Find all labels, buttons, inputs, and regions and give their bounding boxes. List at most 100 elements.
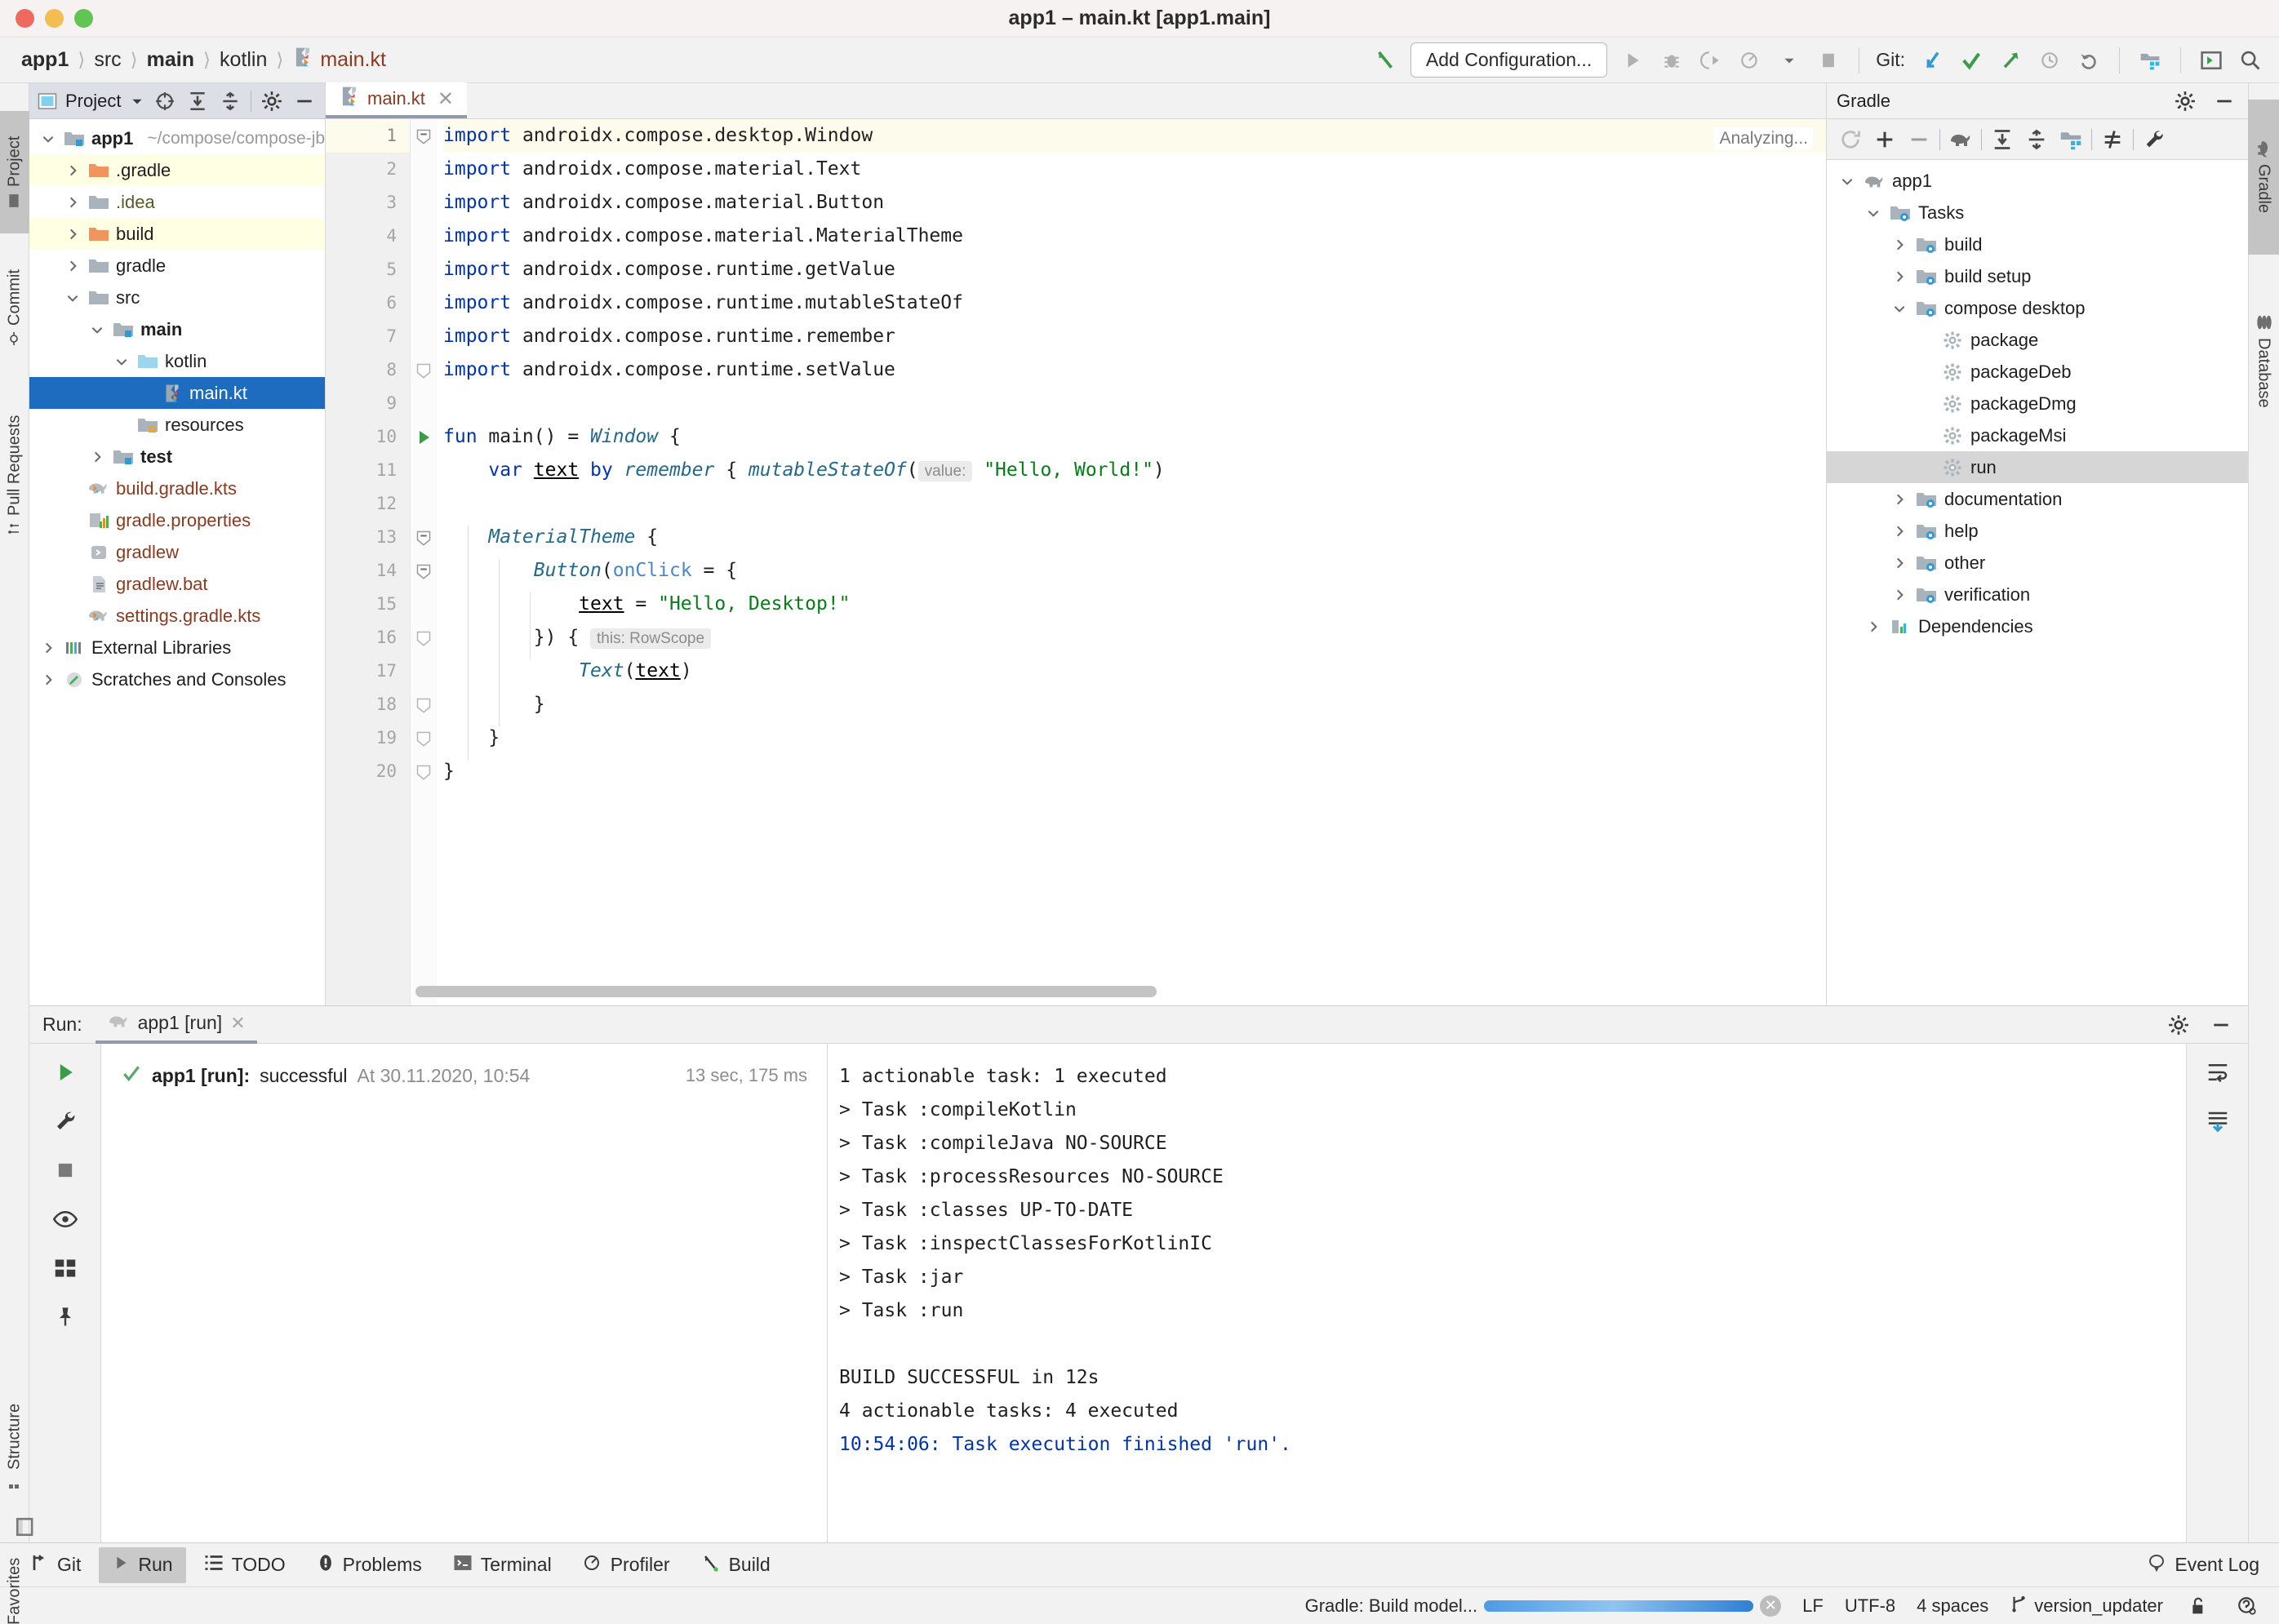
code-line[interactable]: text = "Hello, Desktop!" <box>443 588 1826 621</box>
cancel-task-icon[interactable]: ✕ <box>1760 1595 1782 1617</box>
chevron-right-icon[interactable] <box>64 227 82 242</box>
expand-all-icon[interactable] <box>1988 126 2016 153</box>
chevron-down-icon[interactable] <box>1775 47 1803 74</box>
bottom-tab-terminal[interactable]: Terminal <box>440 1546 565 1584</box>
git-commit-icon[interactable] <box>1957 47 1985 74</box>
collapse-all-icon[interactable] <box>2023 126 2050 153</box>
chevron-right-icon[interactable] <box>1890 237 1908 252</box>
run-result-row[interactable]: app1 [run]: successful At 30.11.2020, 10… <box>101 1058 827 1093</box>
chevron-down-icon[interactable] <box>88 322 106 337</box>
chevron-right-icon[interactable] <box>1890 492 1908 507</box>
gradle-tree-row[interactable]: help <box>1827 515 2248 547</box>
project-tree-row[interactable]: .gradle <box>29 154 325 186</box>
code-line[interactable]: } <box>443 688 1826 721</box>
project-tree-row[interactable]: settings.gradle.kts <box>29 600 325 632</box>
bottom-tab-todo[interactable]: TODO <box>191 1546 299 1584</box>
project-tree-row[interactable]: gradle.properties <box>29 504 325 536</box>
code-line[interactable]: import androidx.compose.runtime.mutableS… <box>443 286 1826 320</box>
code-line[interactable]: import androidx.compose.desktop.Window <box>443 119 1826 153</box>
bottom-tab-problems[interactable]: Problems <box>304 1547 435 1583</box>
chevron-down-icon[interactable] <box>113 354 131 369</box>
project-tree-row[interactable]: gradlew.bat <box>29 568 325 600</box>
editor-horizontal-scrollbar[interactable] <box>415 986 1815 997</box>
gradle-tree-row[interactable]: packageDeb <box>1827 356 2248 388</box>
chevron-down-icon[interactable] <box>1838 174 1856 189</box>
code-line[interactable]: MaterialTheme { <box>443 521 1826 554</box>
run-console-output[interactable]: 1 actionable task: 1 executed > Task :com… <box>828 1044 2186 1542</box>
bottom-tab-profiler[interactable]: Profiler <box>570 1546 683 1584</box>
fold-end-icon[interactable] <box>415 630 432 646</box>
close-window-button[interactable] <box>16 9 34 28</box>
project-tree-row[interactable]: resources <box>29 409 325 441</box>
chevron-right-icon[interactable] <box>64 259 82 273</box>
git-push-icon[interactable] <box>1997 47 2024 74</box>
event-log-button[interactable]: Event Log <box>2147 1553 2259 1577</box>
fold-end-icon[interactable] <box>415 730 432 747</box>
code-line[interactable]: } <box>443 721 1826 755</box>
git-branch-indicator[interactable]: version_updater <box>2010 1595 2163 1617</box>
fold-collapse-icon[interactable] <box>415 530 432 546</box>
fold-gutter[interactable] <box>411 119 437 1005</box>
chevron-right-icon[interactable] <box>39 641 57 655</box>
indent-indicator[interactable]: 4 spaces <box>1917 1595 1988 1617</box>
project-tree-row[interactable]: .idea <box>29 186 325 218</box>
project-tree-row[interactable]: Scratches and Consoles <box>29 663 325 695</box>
project-structure-icon[interactable] <box>2136 47 2164 74</box>
wrench-icon[interactable] <box>51 1107 79 1135</box>
breadcrumb-item-file[interactable]: main.kt <box>286 47 386 73</box>
chevron-down-icon[interactable] <box>64 291 82 305</box>
code-line[interactable]: import androidx.compose.material.Button <box>443 186 1826 220</box>
project-tree-row[interactable]: gradle <box>29 250 325 282</box>
build-hammer-icon[interactable] <box>1371 47 1399 74</box>
close-icon[interactable]: ✕ <box>230 1013 245 1034</box>
wrench-icon[interactable] <box>2140 126 2168 153</box>
toggle-offline-icon[interactable] <box>2099 126 2126 153</box>
stop-icon[interactable] <box>51 1156 79 1184</box>
chevron-right-icon[interactable] <box>88 450 106 464</box>
chevron-right-icon[interactable] <box>1890 524 1908 539</box>
chevron-right-icon[interactable] <box>39 672 57 687</box>
traffic-lights[interactable] <box>16 9 93 28</box>
project-tree-row[interactable]: kotlin <box>29 345 325 377</box>
gear-icon[interactable] <box>2165 1011 2192 1039</box>
sidebar-item-gradle[interactable]: Gradle <box>2248 100 2279 255</box>
project-structure-icon[interactable] <box>2057 126 2085 153</box>
editor-tab-main-kt[interactable]: main.kt ✕ <box>326 82 468 118</box>
breadcrumb[interactable]: app1 ⟩ src ⟩ main ⟩ kotlin ⟩ main.kt <box>15 47 386 73</box>
code-line[interactable]: import androidx.compose.material.Materia… <box>443 220 1826 253</box>
search-everywhere-icon[interactable] <box>2237 47 2264 74</box>
gradle-tree-row[interactable]: other <box>1827 547 2248 579</box>
project-tree-row[interactable]: build <box>29 218 325 250</box>
lock-icon[interactable] <box>2184 1592 2212 1620</box>
editor-body[interactable]: 1 2 3 4 5 6 7 8 9 10 11 12 13 14 15 16 17 18 19 20 import a… <box>326 119 1826 1005</box>
show-tool-windows-icon[interactable] <box>11 1513 39 1541</box>
project-tree-row[interactable]: src <box>29 282 325 313</box>
hide-icon[interactable] <box>2207 1011 2235 1039</box>
code-line[interactable] <box>443 487 1826 521</box>
gradle-tree-row[interactable]: packageDmg <box>1827 388 2248 419</box>
gradle-tree[interactable]: app1 Tasks build build setup compose desktop… <box>1827 160 2248 1005</box>
code-content[interactable]: import androidx.compose.desktop.Window im… <box>437 119 1826 1005</box>
stop-icon[interactable] <box>1815 47 1842 74</box>
encoding-indicator[interactable]: UTF-8 <box>1845 1595 1895 1617</box>
gear-icon[interactable] <box>2171 87 2199 115</box>
run-tab-app1[interactable]: app1 [run] ✕ <box>95 1006 257 1044</box>
debug-icon[interactable] <box>1658 47 1686 74</box>
chevron-down-icon[interactable] <box>1864 206 1882 220</box>
sidebar-item-commit[interactable]: Commit <box>0 246 29 369</box>
profile-icon[interactable] <box>1736 47 1764 74</box>
expand-all-icon[interactable] <box>185 89 210 113</box>
project-tree-row[interactable]: build.gradle.kts <box>29 473 325 504</box>
git-update-icon[interactable] <box>1918 47 1946 74</box>
bottom-tab-run[interactable]: Run <box>99 1546 186 1583</box>
code-line[interactable]: Button(onClick = { <box>443 554 1826 588</box>
project-tree-row[interactable]: External Libraries <box>29 632 325 663</box>
scrollbar-thumb[interactable] <box>415 986 1157 997</box>
run-gutter-icon[interactable] <box>414 428 433 447</box>
code-line[interactable]: import androidx.compose.runtime.remember <box>443 320 1826 353</box>
code-line[interactable]: import androidx.compose.runtime.setValue <box>443 353 1826 387</box>
line-separator-indicator[interactable]: LF <box>1802 1595 1824 1617</box>
sidebar-item-favorites[interactable]: Favorites <box>0 1528 29 1624</box>
sidebar-item-structure[interactable]: Structure <box>0 1373 29 1520</box>
code-line[interactable]: import androidx.compose.runtime.getValue <box>443 253 1826 286</box>
